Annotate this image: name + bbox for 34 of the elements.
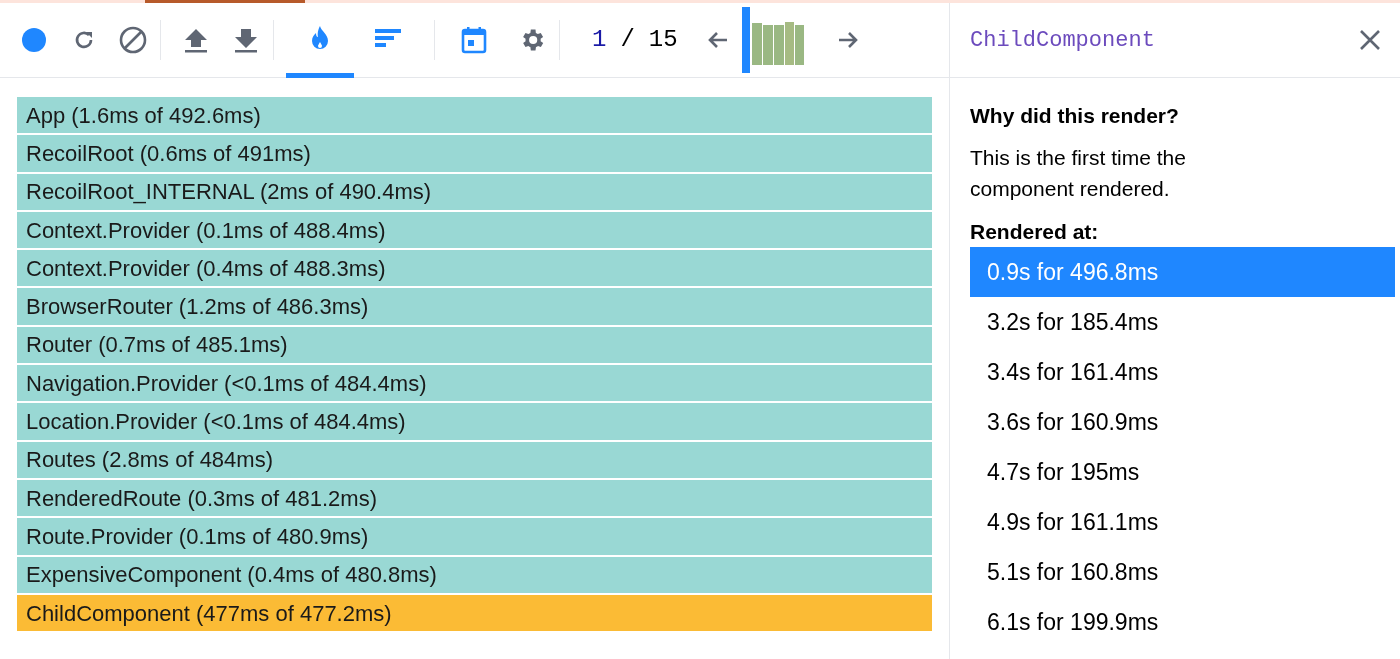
render-time-item[interactable]: 0.9s for 496.8ms <box>970 247 1395 297</box>
flamegraph-bar[interactable]: Navigation.Provider (<0.1ms of 484.4ms) <box>17 365 932 402</box>
download-icon <box>233 27 259 53</box>
bars-icon <box>375 26 401 49</box>
commit-index: 1 <box>592 25 607 55</box>
close-icon <box>1359 29 1381 51</box>
flamegraph-bar[interactable]: Router (0.7ms of 485.1ms) <box>17 326 932 364</box>
calendar-icon <box>461 26 487 54</box>
prohibited-icon <box>119 26 147 54</box>
commit-bars-drawing[interactable] <box>741 7 804 73</box>
flame-icon <box>309 24 331 51</box>
upload-icon <box>183 27 209 53</box>
component-name: ChildComponent <box>970 26 1155 55</box>
flamegraph-bar[interactable]: App (1.6ms of 492.6ms) <box>17 97 932 134</box>
section-heading: Why did this render? <box>970 103 1180 129</box>
flamegraph-bar[interactable]: Location.Provider (<0.1ms of 484.4ms) <box>17 403 932 440</box>
timeline-button[interactable] <box>459 25 489 55</box>
record-button[interactable] <box>20 26 48 54</box>
flamegraph-bar[interactable]: ChildComponent (477ms of 477.2ms) <box>17 594 932 632</box>
flamegraph-bar[interactable]: Routes (2.8ms of 484ms) <box>17 441 932 478</box>
flamegraph-bar[interactable]: Context.Provider (0.4ms of 488.3ms) <box>17 250 932 287</box>
commit-separator: / <box>620 25 635 55</box>
commit-total: 15 <box>648 25 678 55</box>
flamegraph-bar[interactable]: BrowserRouter (1.2ms of 486.3ms) <box>17 288 932 325</box>
flamegraph-bar[interactable]: RecoilRoot (0.6ms of 491ms) <box>17 135 932 172</box>
flamegraph-bar[interactable]: Route.Provider (0.1ms of 480.9ms) <box>17 518 932 555</box>
flamegraph-bar[interactable]: ExpensiveComponent (0.4ms of 480.8ms) <box>17 556 932 593</box>
render-reason: This is the first time the component rendered. <box>970 144 1187 202</box>
section-heading: Rendered at: <box>970 218 1100 245</box>
record-icon <box>22 28 46 52</box>
flamegraph-bar[interactable]: RecoilRoot_INTERNAL (2ms of 490.4ms) <box>17 173 932 210</box>
flamegraph-bar[interactable]: Context.Provider (0.1ms of 488.4ms) <box>17 211 932 249</box>
flamegraph-bar[interactable]: RenderedRoute (0.3ms of 481.2ms) <box>17 479 932 517</box>
clear-button[interactable] <box>118 25 148 55</box>
